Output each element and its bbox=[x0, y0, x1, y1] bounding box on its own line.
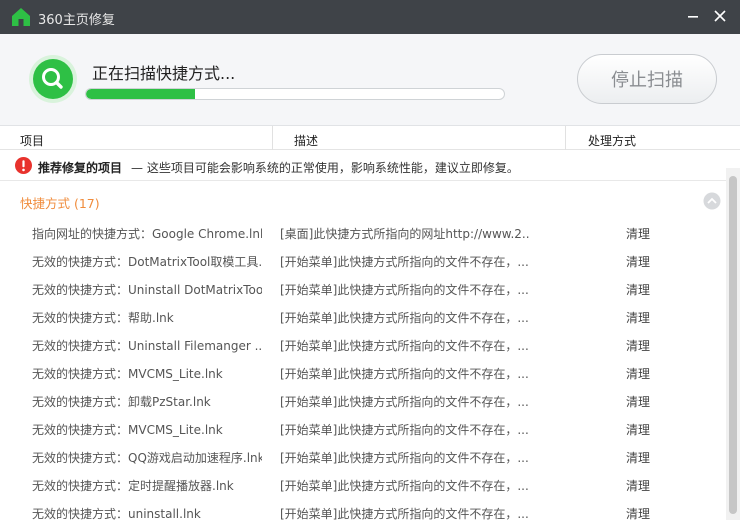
scan-progress-fill bbox=[86, 89, 195, 99]
column-item[interactable]: 项目 bbox=[20, 132, 44, 149]
table-row[interactable]: 指向网址的快捷方式：Google Chrome.lnk [桌面]此快捷方式所指向的… bbox=[0, 219, 726, 247]
minimize-icon bbox=[688, 16, 698, 18]
table-row[interactable]: 无效的快捷方式：DotMatrixTool取模工具.lnk [开始菜单]此快捷方式… bbox=[0, 247, 726, 275]
row-item: 无效的快捷方式：Uninstall Filemanger ... bbox=[32, 339, 262, 353]
row-item: 无效的快捷方式：定时提醒播放器.lnk bbox=[32, 479, 234, 493]
scrollbar-thumb[interactable] bbox=[729, 176, 737, 514]
table-row[interactable]: 无效的快捷方式：MVCMS_Lite.lnk [开始菜单]此快捷方式所指向的文件不… bbox=[0, 415, 726, 443]
home-icon bbox=[12, 8, 30, 26]
row-desc: [桌面]此快捷方式所指向的网址http://www.2... bbox=[280, 227, 530, 241]
row-action[interactable]: 清理 bbox=[626, 253, 686, 270]
group-title: 快捷方式 (17) bbox=[20, 196, 100, 211]
window-title: 360主页修复 bbox=[38, 13, 115, 28]
scan-status-text: 正在扫描快捷方式... bbox=[92, 64, 236, 83]
row-desc: [开始菜单]此快捷方式所指向的文件不存在，... bbox=[280, 395, 529, 409]
row-desc: [开始菜单]此快捷方式所指向的文件不存在，... bbox=[280, 339, 529, 353]
row-action[interactable]: 清理 bbox=[626, 309, 686, 326]
minimize-button[interactable] bbox=[680, 4, 706, 28]
row-desc: [开始菜单]此快捷方式所指向的文件不存在，... bbox=[280, 423, 529, 437]
column-desc[interactable]: 描述 bbox=[294, 132, 318, 149]
row-item: 无效的快捷方式：DotMatrixTool取模工具.lnk bbox=[32, 255, 262, 269]
row-action[interactable]: 清理 bbox=[626, 393, 686, 410]
column-divider[interactable] bbox=[565, 126, 566, 150]
scan-progress-bar bbox=[85, 88, 505, 100]
table-row[interactable]: 无效的快捷方式：定时提醒播放器.lnk [开始菜单]此快捷方式所指向的文件不存在，… bbox=[0, 471, 726, 499]
result-list: 快捷方式 (17) 指向网址的快捷方式：Google Chrome.lnk [桌面… bbox=[0, 181, 726, 520]
table-row[interactable]: 无效的快捷方式：MVCMS_Lite.lnk [开始菜单]此快捷方式所指向的文件不… bbox=[0, 359, 726, 387]
search-icon bbox=[29, 55, 77, 103]
recommend-desc: — 这些项目可能会影响系统的正常使用，影响系统性能，建议立即修复。 bbox=[131, 161, 519, 175]
row-desc: [开始菜单]此快捷方式所指向的文件不存在，... bbox=[280, 311, 529, 325]
row-action[interactable]: 清理 bbox=[626, 225, 686, 242]
warning-icon bbox=[15, 157, 32, 174]
row-action[interactable]: 清理 bbox=[626, 421, 686, 438]
row-desc: [开始菜单]此快捷方式所指向的文件不存在，... bbox=[280, 479, 529, 493]
row-item: 无效的快捷方式：Uninstall DotMatrixTool.lnk bbox=[32, 283, 262, 297]
stop-scan-button[interactable]: 停止扫描 bbox=[577, 54, 717, 104]
row-desc: [开始菜单]此快捷方式所指向的文件不存在，... bbox=[280, 367, 529, 381]
column-action[interactable]: 处理方式 bbox=[588, 132, 636, 149]
table-row[interactable]: 无效的快捷方式：Uninstall DotMatrixTool.lnk [开始菜单… bbox=[0, 275, 726, 303]
row-item: 无效的快捷方式：MVCMS_Lite.lnk bbox=[32, 423, 223, 437]
row-item: 无效的快捷方式：卸载PzStar.lnk bbox=[32, 395, 211, 409]
row-desc: [开始菜单]此快捷方式所指向的文件不存在，... bbox=[280, 507, 529, 520]
row-action[interactable]: 清理 bbox=[626, 505, 686, 520]
vertical-scrollbar[interactable] bbox=[726, 168, 740, 520]
column-divider[interactable] bbox=[272, 126, 273, 150]
chevron-up-icon[interactable] bbox=[703, 192, 721, 210]
row-action[interactable]: 清理 bbox=[626, 365, 686, 382]
table-row[interactable]: 无效的快捷方式：Uninstall Filemanger ... [开始菜单]此快… bbox=[0, 331, 726, 359]
row-item: 无效的快捷方式：QQ游戏启动加速程序.lnk bbox=[32, 451, 262, 465]
table-row[interactable]: 无效的快捷方式：帮助.lnk [开始菜单]此快捷方式所指向的文件不存在，... 清理 bbox=[0, 303, 726, 331]
group-header[interactable]: 快捷方式 (17) bbox=[0, 181, 726, 219]
close-button[interactable] bbox=[707, 4, 733, 28]
row-action[interactable]: 清理 bbox=[626, 449, 686, 466]
row-desc: [开始菜单]此快捷方式所指向的文件不存在，... bbox=[280, 283, 529, 297]
row-desc: [开始菜单]此快捷方式所指向的文件不存在，... bbox=[280, 255, 529, 269]
table-row[interactable]: 无效的快捷方式：卸载PzStar.lnk [开始菜单]此快捷方式所指向的文件不存在… bbox=[0, 387, 726, 415]
row-action[interactable]: 清理 bbox=[626, 477, 686, 494]
row-item: 无效的快捷方式：帮助.lnk bbox=[32, 311, 174, 325]
row-action[interactable]: 清理 bbox=[626, 337, 686, 354]
scan-panel: 正在扫描快捷方式... 停止扫描 bbox=[0, 34, 740, 126]
recommend-banner: 推荐修复的项目 — 这些项目可能会影响系统的正常使用，影响系统性能，建议立即修复… bbox=[0, 150, 740, 181]
title-bar: 360主页修复 bbox=[0, 0, 740, 34]
close-icon bbox=[714, 10, 726, 22]
row-desc: [开始菜单]此快捷方式所指向的文件不存在，... bbox=[280, 451, 529, 465]
row-item: 无效的快捷方式：MVCMS_Lite.lnk bbox=[32, 367, 223, 381]
table-row[interactable]: 无效的快捷方式：uninstall.lnk [开始菜单]此快捷方式所指向的文件不存… bbox=[0, 499, 726, 520]
column-header: 项目 描述 处理方式 bbox=[0, 126, 740, 150]
table-row[interactable]: 无效的快捷方式：QQ游戏启动加速程序.lnk [开始菜单]此快捷方式所指向的文件不… bbox=[0, 443, 726, 471]
recommend-title: 推荐修复的项目 bbox=[38, 161, 123, 175]
row-item: 指向网址的快捷方式：Google Chrome.lnk bbox=[32, 227, 262, 241]
row-action[interactable]: 清理 bbox=[626, 281, 686, 298]
row-item: 无效的快捷方式：uninstall.lnk bbox=[32, 507, 201, 520]
